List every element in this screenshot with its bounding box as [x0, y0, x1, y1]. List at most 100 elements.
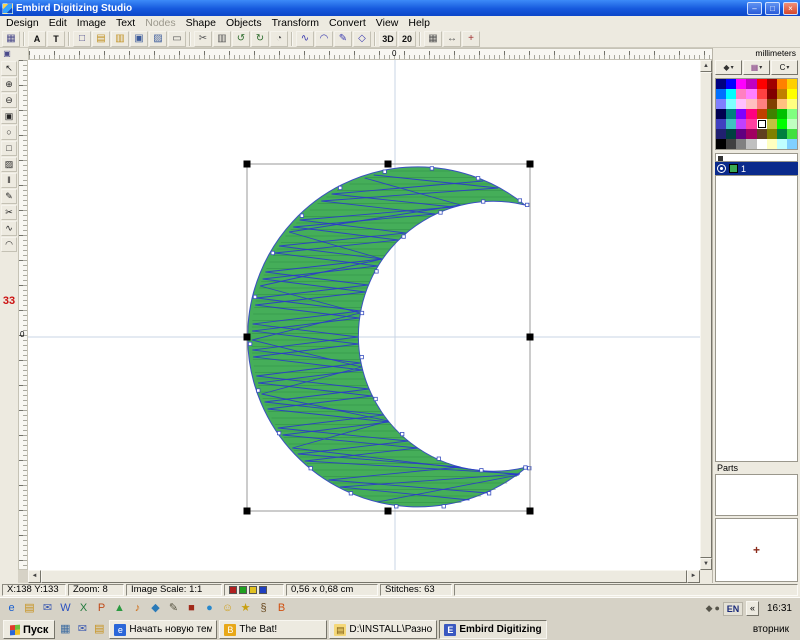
status-chip-2[interactable] [249, 586, 257, 594]
minimize-button[interactable]: – [747, 2, 762, 15]
tool-arc-button[interactable]: ◠ [1, 237, 17, 252]
menu-help[interactable]: Help [403, 16, 435, 30]
palette-color-12[interactable] [757, 89, 767, 99]
palette-color-25[interactable] [726, 109, 736, 119]
scrollbar-thumb[interactable] [700, 72, 712, 558]
selection-handle[interactable] [385, 508, 392, 515]
palette-color-14[interactable] [777, 89, 787, 99]
stitch-node[interactable] [248, 342, 251, 345]
toolbar-export-design-button[interactable]: ▨ [149, 31, 167, 47]
palette-color-6[interactable] [777, 79, 787, 89]
menu-design[interactable]: Design [1, 16, 44, 30]
toolbar-view-3d-button[interactable]: 3D [379, 31, 397, 47]
toolbar-regenerate-button[interactable]: ◔ [270, 31, 288, 47]
quick-launch-archiver-icon[interactable]: ■ [183, 600, 200, 617]
palette-color-45[interactable] [767, 129, 777, 139]
tool-wave-button[interactable]: ∿ [1, 221, 17, 236]
task-button-2[interactable]: BThe Bat! [219, 620, 327, 639]
stitch-node[interactable] [300, 214, 303, 217]
toolbar-parameters-button[interactable]: ▦ [2, 31, 20, 47]
tool-select-button[interactable]: ↖ [1, 61, 17, 76]
quick-launch-bat-icon[interactable]: B [273, 600, 290, 617]
menu-nodes[interactable]: Nodes [140, 16, 180, 30]
needle-style-dropdown[interactable]: ◆▾ [715, 60, 742, 75]
selection-handle[interactable] [527, 334, 534, 341]
scroll-left-icon[interactable]: ◄ [28, 570, 41, 583]
stitch-node[interactable] [375, 270, 378, 273]
status-chip-0[interactable] [229, 586, 237, 594]
toolbar-open-design-button[interactable]: ▤ [92, 31, 110, 47]
palette-color-39[interactable] [787, 119, 797, 129]
parts-list[interactable] [715, 474, 798, 516]
toolbar-arc-mode-button[interactable]: ◠ [315, 31, 333, 47]
palette-color-33[interactable] [726, 119, 736, 129]
palette-color-38[interactable] [777, 119, 787, 129]
palette-mode-dropdown[interactable]: ▦▾ [743, 60, 770, 75]
stitch-node[interactable] [395, 505, 398, 508]
toolbar-measure-button[interactable]: ↔ [443, 31, 461, 47]
quick-launch-settings-icon[interactable]: § [255, 600, 272, 617]
palette-color-51[interactable] [746, 139, 756, 149]
tool-freehand-button[interactable]: ✎ [1, 189, 17, 204]
palette-color-13[interactable] [767, 89, 777, 99]
palette-color-2[interactable] [736, 79, 746, 89]
task-button-4[interactable]: EEmbird Digitizing Stud... [439, 620, 547, 639]
stitch-node[interactable] [526, 203, 529, 206]
toolbar-cut-button[interactable]: ✂ [194, 31, 212, 47]
toolbar-redo-button[interactable]: ↻ [251, 31, 269, 47]
taskbar-my-computer-icon[interactable]: ▤ [91, 622, 107, 638]
palette-color-3[interactable] [746, 79, 756, 89]
tray-antivirus-icon[interactable]: ◆ [706, 603, 713, 614]
palette-color-43[interactable] [746, 129, 756, 139]
palette-color-46[interactable] [777, 129, 787, 139]
tool-zoom-fit-button[interactable]: ▣ [1, 109, 17, 124]
design-svg[interactable] [28, 60, 700, 570]
visibility-eye-icon[interactable] [717, 164, 726, 173]
palette-color-42[interactable] [736, 129, 746, 139]
status-chip-1[interactable] [239, 586, 247, 594]
palette-color-15[interactable] [787, 89, 797, 99]
object-list[interactable] [715, 175, 798, 462]
scroll-down-icon[interactable]: ▼ [700, 558, 712, 570]
toolbar-shape-mode-button[interactable]: ◇ [353, 31, 371, 47]
status-chip-3[interactable] [259, 586, 267, 594]
palette-color-32[interactable] [716, 119, 726, 129]
tool-rectangle-button[interactable]: □ [1, 141, 17, 156]
tray-chevron-button[interactable]: « [746, 601, 759, 616]
palette-color-41[interactable] [726, 129, 736, 139]
palette-color-36[interactable] [757, 119, 767, 129]
quick-launch-browser-icon[interactable]: ● [201, 600, 218, 617]
toolbar-save-design-button[interactable]: ▣ [130, 31, 148, 47]
toolbar-merge-design-button[interactable]: ▥ [111, 31, 129, 47]
stitch-node[interactable] [309, 467, 312, 470]
palette-color-22[interactable] [777, 99, 787, 109]
palette-color-37[interactable] [767, 119, 777, 129]
selection-handle[interactable] [244, 508, 251, 515]
tool-knife-button[interactable]: ✂ [1, 205, 17, 220]
menu-image[interactable]: Image [72, 16, 111, 30]
stitch-node[interactable] [349, 492, 352, 495]
preview-pane[interactable]: + [715, 518, 798, 582]
palette-color-48[interactable] [716, 139, 726, 149]
toolbar-copy-button[interactable]: ▥ [213, 31, 231, 47]
palette-color-52[interactable] [757, 139, 767, 149]
thread-row-selected[interactable]: 1 [715, 162, 798, 175]
palette-color-4[interactable] [757, 79, 767, 89]
menu-view[interactable]: View [371, 16, 404, 30]
palette-color-47[interactable] [787, 129, 797, 139]
stitch-node[interactable] [271, 251, 274, 254]
scroll-up-icon[interactable]: ▲ [700, 60, 712, 72]
palette-color-21[interactable] [767, 99, 777, 109]
palette-color-16[interactable] [716, 99, 726, 109]
stitch-node[interactable] [524, 466, 527, 469]
quick-launch-word-icon[interactable]: W [57, 600, 74, 617]
toolbar-lettering-a-button[interactable]: A [28, 31, 46, 47]
tool-fill-button[interactable]: ▨ [1, 157, 17, 172]
palette-color-11[interactable] [746, 89, 756, 99]
menu-objects[interactable]: Objects [221, 16, 267, 30]
palette-color-20[interactable] [757, 99, 767, 109]
quick-launch-photo-editor-icon[interactable]: ◆ [147, 600, 164, 617]
tool-column-button[interactable]: ‖ [1, 173, 17, 188]
quick-launch-ie-icon[interactable]: e [3, 600, 20, 617]
palette-color-18[interactable] [736, 99, 746, 109]
